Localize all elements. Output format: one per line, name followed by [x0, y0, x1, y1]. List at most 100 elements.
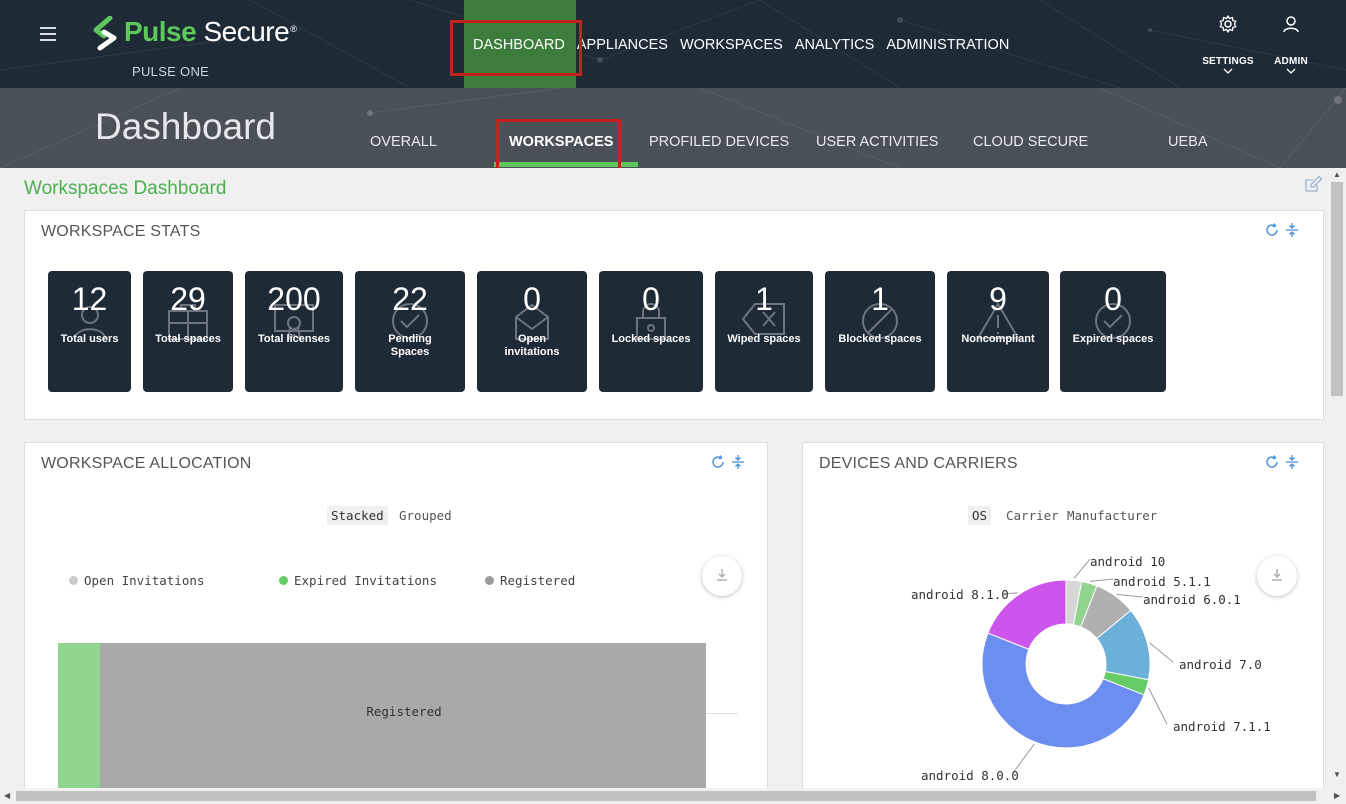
toggle-stacked[interactable]: Stacked	[327, 506, 388, 525]
toggle-grouped[interactable]: Grouped	[399, 508, 452, 523]
tab-cloud-secure[interactable]: CLOUD SECURE	[973, 134, 1088, 150]
stat-value: 0	[523, 281, 541, 317]
dashboard-title: Workspaces Dashboard	[24, 178, 227, 199]
stat-locked-spaces[interactable]: 0 Locked spaces	[599, 271, 703, 392]
stat-label: Locked spaces	[611, 333, 691, 345]
collapse-icon[interactable]	[731, 455, 745, 469]
legend-swatch	[279, 576, 288, 585]
stat-value: 9	[989, 281, 1007, 317]
stat-value: 29	[170, 281, 206, 317]
collapse-icon[interactable]	[1285, 223, 1299, 237]
pulse-logo-icon	[93, 16, 117, 51]
scroll-thumb[interactable]	[1331, 182, 1343, 396]
dashboard-content: Workspaces Dashboard WORKSPACE STATS 12 …	[0, 168, 1328, 790]
scroll-left-arrow[interactable]: ◀	[4, 791, 10, 800]
chevron-down-icon	[1223, 68, 1233, 74]
tab-profiled-devices[interactable]: PROFILED DEVICES	[649, 134, 789, 150]
stat-label: Expired spaces	[1072, 333, 1154, 345]
pie-label: android 7.0	[1179, 657, 1262, 672]
stat-value: 0	[642, 281, 660, 317]
stat-label: Noncompliant	[961, 333, 1035, 345]
highlight-box-dashboard	[450, 20, 582, 76]
stat-noncompliant[interactable]: 9 Noncompliant	[947, 271, 1049, 392]
sub-header: Dashboard OVERALL WORKSPACES PROFILED DE…	[0, 88, 1346, 168]
pie-label: android 8.1.0	[911, 587, 1009, 602]
pie-label: android 7.1.1	[1173, 719, 1271, 734]
bar-label: Registered	[366, 704, 442, 719]
stat-total-spaces[interactable]: 29 Total spaces	[143, 271, 233, 392]
workspace-allocation-panel: WORKSPACE ALLOCATION Stacked Grouped Ope…	[24, 442, 768, 790]
pie-label: android 6.0.1	[1143, 592, 1241, 607]
horizontal-scrollbar[interactable]: ◀ ▶	[0, 788, 1346, 804]
settings-menu[interactable]: SETTINGS	[1200, 14, 1256, 74]
bar-segment-expired-invitations[interactable]	[58, 643, 100, 790]
refresh-icon[interactable]	[711, 455, 725, 469]
scroll-right-arrow[interactable]: ▶	[1334, 791, 1340, 800]
stat-label: Total licenses	[258, 333, 330, 345]
user-icon	[1283, 16, 1299, 33]
legend-expired-invitations[interactable]: Expired Invitations	[279, 573, 437, 588]
stat-total-users[interactable]: 12 Total users	[48, 271, 131, 392]
pie-label: android 8.0.0	[921, 768, 1019, 783]
nav-administration[interactable]: ADMINISTRATION	[886, 37, 1009, 53]
app-window: Pulse Secure® PULSE ONE DASHBOARD APPLIA…	[0, 0, 1346, 804]
stat-expired-spaces[interactable]: 0 Expired spaces	[1060, 271, 1166, 392]
pie-label: android 5.1.1	[1113, 574, 1211, 589]
stat-label: Pending Spaces	[388, 333, 432, 358]
download-icon	[717, 569, 727, 581]
legend-open-invitations[interactable]: Open Invitations	[69, 573, 204, 588]
scroll-down-arrow[interactable]: ▼	[1333, 770, 1341, 779]
stat-wiped-spaces[interactable]: 1 Wiped spaces	[715, 271, 813, 392]
panel-title: WORKSPACE STATS	[41, 223, 201, 240]
dashboard-tabs: OVERALL WORKSPACES PROFILED DEVICES USER…	[0, 88, 1346, 168]
tab-user-activities[interactable]: USER ACTIVITIES	[816, 134, 938, 150]
gear-icon	[1219, 15, 1237, 33]
vertical-scrollbar[interactable]: ▲ ▼	[1328, 168, 1346, 790]
chevron-down-icon	[1286, 68, 1296, 74]
stat-label: Total users	[60, 333, 119, 345]
pie-labels: android 10 android 5.1.1 android 6.0.1 andr…	[803, 443, 1325, 790]
stat-value: 1	[871, 281, 889, 317]
tab-overall[interactable]: OVERALL	[370, 134, 437, 150]
stat-label: Open invitations	[504, 333, 560, 358]
legend-swatch	[69, 576, 78, 585]
legend-label: Open Invitations	[84, 573, 205, 588]
stat-open-invitations[interactable]: 0 Open invitations	[477, 271, 587, 392]
workspace-stats-panel: WORKSPACE STATS 12 Total users 29 Total …	[24, 210, 1324, 420]
menu-icon[interactable]	[40, 27, 56, 41]
legend-label: Expired Invitations	[294, 573, 437, 588]
edit-icon[interactable]	[1303, 174, 1323, 194]
legend-label: Registered	[500, 573, 576, 588]
nav-analytics[interactable]: ANALYTICS	[795, 37, 875, 53]
stat-value: 1	[755, 281, 773, 317]
product-name: PULSE ONE	[132, 64, 210, 79]
stat-value: 22	[392, 281, 428, 317]
allocation-chart: Registered	[58, 643, 738, 790]
stat-pending-spaces[interactable]: 22 Pending Spaces	[355, 271, 465, 392]
stat-value: 12	[71, 281, 108, 317]
scroll-up-arrow[interactable]: ▲	[1333, 170, 1341, 179]
nav-workspaces[interactable]: WORKSPACES	[680, 37, 783, 53]
settings-label: SETTINGS	[1202, 56, 1254, 67]
legend-registered[interactable]: Registered	[485, 573, 575, 588]
pie-label: android 10	[1090, 554, 1166, 569]
download-button[interactable]	[702, 556, 742, 596]
stat-value: 200	[267, 281, 321, 317]
admin-label: ADMIN	[1274, 56, 1308, 67]
brand-name: Pulse Secure®	[124, 16, 297, 47]
panel-controls	[1265, 223, 1299, 237]
stat-total-licenses[interactable]: 200 Total licenses	[245, 271, 343, 392]
tab-ueba[interactable]: UEBA	[1168, 134, 1208, 150]
panel-title: WORKSPACE ALLOCATION	[41, 455, 252, 472]
scroll-thumb[interactable]	[16, 791, 1316, 801]
pulse-secure-logo: Pulse Secure® PULSE ONE	[92, 14, 322, 84]
legend-swatch	[485, 576, 494, 585]
stat-label: Total spaces	[155, 333, 221, 345]
nav-appliances[interactable]: APPLIANCES	[577, 37, 668, 53]
refresh-icon[interactable]	[1265, 223, 1279, 237]
admin-menu[interactable]: ADMIN	[1266, 14, 1316, 74]
panel-controls	[711, 455, 745, 469]
stat-value: 0	[1104, 281, 1122, 317]
stat-blocked-spaces[interactable]: 1 Blocked spaces	[825, 271, 935, 392]
stat-label: Blocked spaces	[838, 333, 922, 345]
